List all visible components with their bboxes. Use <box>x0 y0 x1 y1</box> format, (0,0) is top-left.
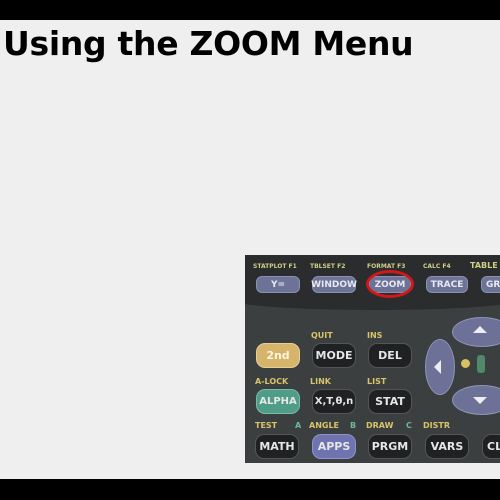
key-label: LIST <box>367 377 387 386</box>
key-label: CALC F4 <box>423 263 451 270</box>
calculator-keypad-image: STATPLOT F1 TBLSET F2 FORMAT F3 CALC F4 … <box>245 255 500 463</box>
key-del[interactable]: DEL <box>368 343 412 368</box>
key-label: QUIT <box>311 331 333 340</box>
key-label: A-LOCK <box>255 377 289 386</box>
key-alpha[interactable]: ALPHA <box>256 389 300 414</box>
key-label: C <box>406 421 412 430</box>
key-apps[interactable]: APPS <box>312 434 356 459</box>
key-label: DRAW <box>366 421 394 430</box>
key-stat[interactable]: STAT <box>368 389 412 414</box>
key-window[interactable]: WINDOW <box>311 276 357 293</box>
key-mode[interactable]: MODE <box>312 343 356 368</box>
key-label: STATPLOT F1 <box>253 263 297 270</box>
left-arrow-icon <box>434 360 441 374</box>
key-label: A <box>295 421 302 430</box>
ti-logo-icon <box>461 359 470 368</box>
key-2nd[interactable]: 2nd <box>256 343 300 368</box>
key-label: ANGLE <box>309 421 340 430</box>
key-prgm[interactable]: PRGM <box>368 434 412 459</box>
key-math[interactable]: MATH <box>255 434 299 459</box>
indicator-icon <box>477 355 485 373</box>
key-xttn[interactable]: X,T,θ,n <box>312 389 356 414</box>
key-label: TBLSET F2 <box>310 263 346 270</box>
key-label: FORMAT F3 <box>367 263 406 270</box>
key-label: TEST <box>255 421 278 430</box>
key-label: INS <box>367 331 383 340</box>
zoom-highlight-circle <box>366 270 414 298</box>
bottom-letterbox <box>0 479 500 500</box>
key-label: DISTR <box>423 421 450 430</box>
key-y-equals[interactable]: Y= <box>256 276 300 293</box>
top-letterbox <box>0 0 500 20</box>
key-label: B <box>350 421 357 430</box>
slide-title: Using the ZOOM Menu <box>3 24 414 63</box>
key-label: LINK <box>310 377 331 386</box>
key-vars[interactable]: VARS <box>425 434 469 459</box>
key-graph[interactable]: GR <box>481 276 500 293</box>
key-label: TABLE <box>470 261 498 270</box>
down-arrow-icon <box>473 397 487 404</box>
key-clear[interactable]: CL <box>482 434 500 459</box>
up-arrow-icon <box>473 326 487 333</box>
key-trace[interactable]: TRACE <box>426 276 468 293</box>
